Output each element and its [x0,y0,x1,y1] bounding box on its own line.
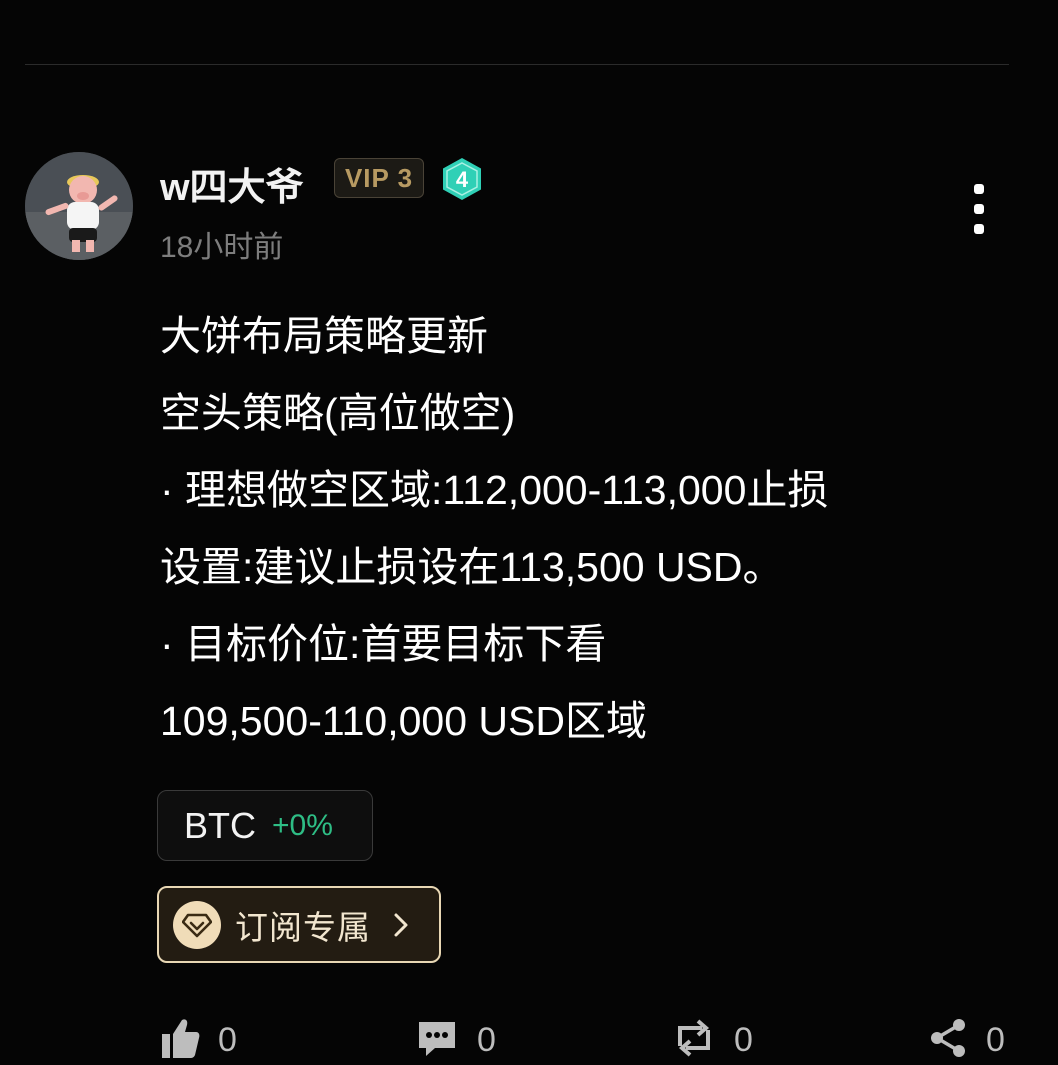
content-line: 109,500-110,000 USD区域 [160,698,647,744]
subscribe-exclusive-button[interactable]: 订阅专属 [157,886,441,963]
thumbs-up-icon [160,1016,200,1065]
post-content: 大饼布局策略更新 空头策略(高位做空) · 理想做空区域:112,000-113… [160,298,1020,760]
content-line: · 目标价位:首要目标下看 [160,621,607,667]
share-button[interactable]: 0 [928,1016,1005,1065]
content-line: 设置:建议止损设在113,500 USD。 [160,544,784,590]
share-count: 0 [986,1021,1005,1059]
coin-symbol: BTC [184,804,256,846]
coin-change: +0% [272,808,333,842]
diamond-icon [173,900,221,949]
author-name[interactable]: w四大爷 [160,156,304,211]
avatar-image [25,152,133,260]
level-badge: 4 [440,156,484,202]
content-line: 大饼布局策略更新 [160,313,488,359]
repost-icon [672,1016,716,1065]
subscribe-label: 订阅专属 [235,908,371,946]
comment-count: 0 [477,1021,496,1059]
comment-button[interactable]: 0 [415,1016,496,1065]
author-avatar[interactable] [25,152,133,260]
vertical-dots-icon [974,184,984,194]
level-number: 4 [456,167,469,192]
repost-count: 0 [734,1021,753,1059]
post-action-bar: 0 0 0 0 [0,1016,1058,1061]
like-count: 0 [218,1021,237,1059]
coin-tag-btc[interactable]: BTC +0% [157,790,373,861]
repost-button[interactable]: 0 [672,1016,753,1065]
top-divider [25,64,1009,65]
like-button[interactable]: 0 [160,1016,237,1065]
more-options-button[interactable] [962,184,996,238]
vip-badge: VIP 3 [334,158,424,198]
content-line: 空头策略(高位做空) [160,390,516,436]
share-icon [928,1016,968,1065]
comment-icon [415,1016,459,1065]
content-line: · 理想做空区域:112,000-113,000止损 [160,467,829,513]
chevron-right-icon [393,912,409,938]
post-time: 18小时前 [160,231,284,264]
